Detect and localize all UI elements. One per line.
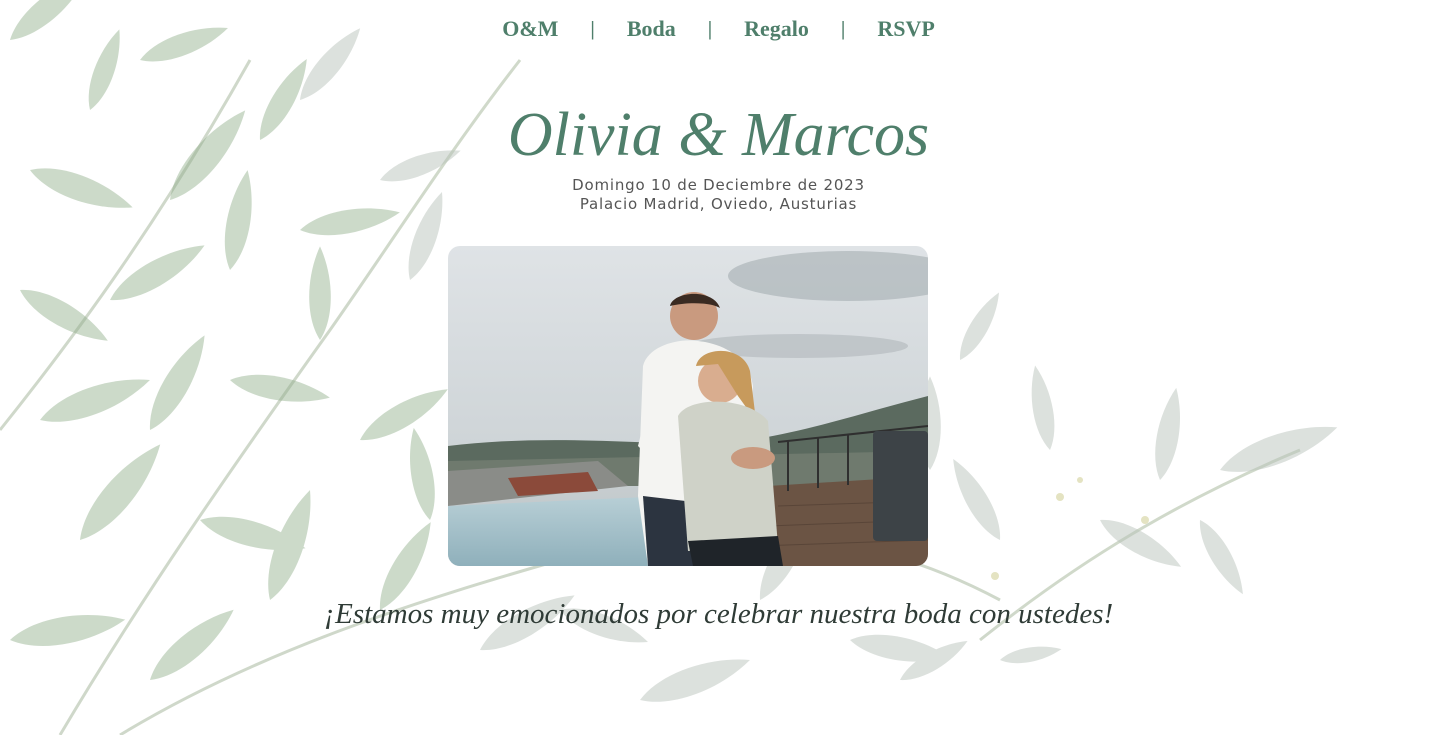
couple-photo xyxy=(448,246,928,566)
wedding-date: Domingo 10 de Deciembre de 2023 xyxy=(572,176,865,194)
nav-separator: | xyxy=(840,17,846,40)
top-nav: O&M | Boda | Regalo | RSVP xyxy=(0,16,1437,42)
nav-separator: | xyxy=(707,17,713,40)
nav-link-regalo[interactable]: Regalo xyxy=(736,16,817,42)
nav-link-rsvp[interactable]: RSVP xyxy=(869,16,942,42)
nav-separator: | xyxy=(590,17,595,40)
welcome-tagline: ¡Estamos muy emocionados por celebrar nu… xyxy=(323,598,1114,630)
nav-link-boda[interactable]: Boda xyxy=(619,16,684,42)
nav-link-om[interactable]: O&M xyxy=(494,16,566,42)
couple-names-title: Olivia & Marcos xyxy=(507,101,930,169)
wedding-location: Palacio Madrid, Oviedo, Austurias xyxy=(579,195,858,213)
